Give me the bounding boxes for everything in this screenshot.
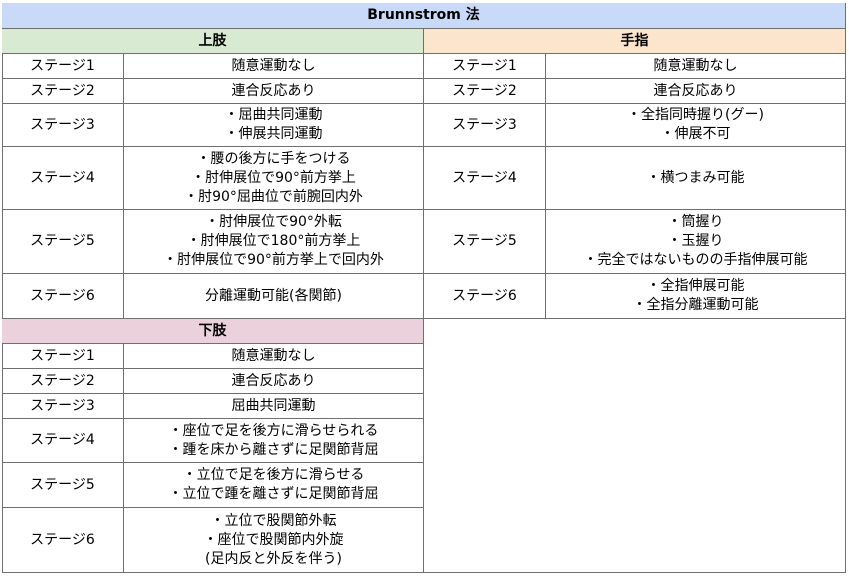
- lower-desc-6: ・立位で股関節外転 ・座位で股関節内外旋 (足内反と外反を伴う): [124, 508, 424, 573]
- upper-stage-2: ステージ2: [2, 79, 124, 104]
- lower-desc-1-line: 随意運動なし: [231, 347, 316, 364]
- upper-desc-4-line: ・腰の後方に手をつける: [196, 150, 351, 167]
- lower-desc-5-line: ・立位で足を後方に滑らせる: [182, 467, 365, 483]
- lower-desc-6-line: ・立位で股関節外転: [210, 512, 337, 529]
- upper-stage-5: ステージ5: [2, 210, 124, 274]
- lower-limb-header: 下肢: [2, 319, 424, 344]
- upper-desc-6: 分離運動可能(各関節): [124, 274, 424, 319]
- lower-stage-2: ステージ2: [2, 369, 124, 394]
- lower-desc-4: ・座位で足を後方に滑らせられる ・踵を床から離さずに足関節背屈: [124, 419, 424, 463]
- table-title: Brunnstrom 法: [2, 3, 846, 29]
- finger-stage-6: ステージ6: [424, 274, 546, 319]
- finger-desc-6-line: ・全指伸展可能: [646, 278, 745, 294]
- upper-desc-1: 随意運動なし: [124, 54, 424, 79]
- finger-desc-1-line: 随意運動なし: [653, 57, 738, 74]
- upper-desc-5-line: ・肘伸展位で180°前方挙上: [186, 233, 361, 249]
- upper-desc-2-line: 連合反応あり: [231, 82, 316, 99]
- lower-stage-3: ステージ3: [2, 394, 124, 419]
- upper-desc-3: ・屈曲共同運動 ・伸展共同運動: [124, 104, 424, 147]
- upper-limb-header: 上肢: [2, 29, 424, 54]
- lower-stage-4: ステージ4: [2, 419, 124, 463]
- finger-desc-5-line: ・筒握り: [667, 214, 724, 230]
- brunnstrom-table: Brunnstrom 法 上肢 手指 ステージ1 随意運動なし ステージ2 連合…: [0, 0, 849, 576]
- lower-desc-6-line: ・座位で股関節内外旋: [203, 531, 344, 548]
- finger-desc-5-line: ・完全ではないものの手指伸展可能: [583, 252, 808, 268]
- lower-stage-5: ステージ5: [2, 463, 124, 508]
- upper-desc-3-line: ・屈曲共同運動: [224, 107, 323, 123]
- upper-stage-4: ステージ4: [2, 147, 124, 210]
- upper-desc-4: ・腰の後方に手をつける ・肘伸展位で90°前方挙上 ・肘90°屈曲位で前腕回内外: [124, 147, 424, 210]
- finger-desc-6-line: ・全指分離運動可能: [632, 297, 759, 313]
- finger-stage-2: ステージ2: [424, 79, 546, 104]
- lower-desc-2-line: 連合反応あり: [231, 372, 316, 389]
- upper-desc-2: 連合反応あり: [124, 79, 424, 104]
- lower-desc-3-line: 屈曲共同運動: [231, 397, 316, 414]
- upper-stage-6: ステージ6: [2, 274, 124, 319]
- finger-stage-4: ステージ4: [424, 147, 546, 210]
- upper-desc-3-line: ・伸展共同運動: [224, 126, 323, 142]
- upper-desc-5-line: ・肘伸展位で90°外転: [205, 214, 342, 230]
- upper-desc-5: ・肘伸展位で90°外転 ・肘伸展位で180°前方挙上 ・肘伸展位で90°前方挙上…: [124, 210, 424, 274]
- finger-desc-3: ・全指同時握り(グー) ・伸展不可: [546, 104, 846, 147]
- finger-desc-1: 随意運動なし: [546, 54, 846, 79]
- upper-desc-5-line: ・肘伸展位で90°前方挙上で回内外: [163, 252, 384, 268]
- fingers-header: 手指: [424, 29, 846, 54]
- finger-desc-4-line: ・横つまみ可能: [646, 169, 745, 186]
- lower-desc-5: ・立位で足を後方に滑らせる ・立位で踵を離さずに足関節背屈: [124, 463, 424, 508]
- lower-desc-2: 連合反応あり: [124, 369, 424, 394]
- finger-stage-1: ステージ1: [424, 54, 546, 79]
- finger-stage-3: ステージ3: [424, 104, 546, 147]
- lower-desc-6-line: (足内反と外反を伴う): [205, 550, 342, 567]
- empty-area: [424, 319, 846, 573]
- finger-desc-5-line: ・玉握り: [667, 233, 724, 249]
- lower-desc-1: 随意運動なし: [124, 344, 424, 369]
- finger-desc-6: ・全指伸展可能 ・全指分離運動可能: [546, 274, 846, 319]
- upper-desc-4-line: ・肘伸展位で90°前方挙上: [191, 169, 356, 186]
- finger-desc-2-line: 連合反応あり: [653, 82, 738, 99]
- finger-desc-4: ・横つまみ可能: [546, 147, 846, 210]
- lower-stage-1: ステージ1: [2, 344, 124, 369]
- finger-desc-3-line: ・伸展不可: [660, 126, 731, 142]
- lower-desc-4-line: ・踵を床から離さずに足関節背屈: [168, 441, 379, 458]
- lower-desc-5-line: ・立位で踵を離さずに足関節背屈: [168, 486, 379, 502]
- upper-desc-1-line: 随意運動なし: [231, 57, 316, 74]
- upper-desc-6-line: 分離運動可能(各関節): [205, 287, 342, 304]
- finger-desc-2: 連合反応あり: [546, 79, 846, 104]
- lower-desc-3: 屈曲共同運動: [124, 394, 424, 419]
- lower-desc-4-line: ・座位で足を後方に滑らせられる: [168, 422, 379, 439]
- finger-desc-5: ・筒握り ・玉握り ・完全ではないものの手指伸展可能: [546, 210, 846, 274]
- upper-stage-1: ステージ1: [2, 54, 124, 79]
- finger-desc-3-line: ・全指同時握り(グー): [627, 107, 764, 123]
- finger-stage-5: ステージ5: [424, 210, 546, 274]
- upper-desc-4-line: ・肘90°屈曲位で前腕回内外: [184, 188, 363, 205]
- lower-stage-6: ステージ6: [2, 508, 124, 573]
- upper-stage-3: ステージ3: [2, 104, 124, 147]
